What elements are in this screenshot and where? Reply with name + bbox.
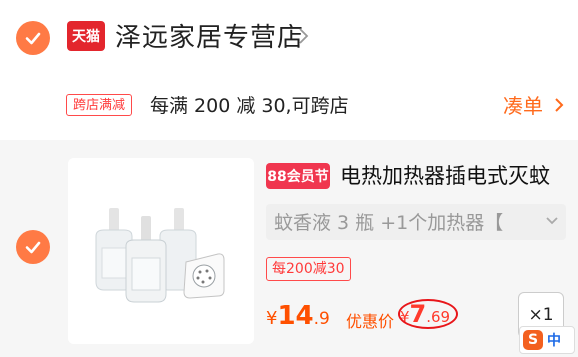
- item-price: ¥14.9: [266, 301, 330, 331]
- price-currency: ¥: [266, 308, 278, 329]
- discount-tag: 每200减30: [266, 257, 351, 281]
- ime-mode-toggle[interactable]: 中: [547, 330, 561, 350]
- check-icon: [25, 32, 41, 45]
- price-decimal: .9: [313, 309, 330, 329]
- hand-drawn-circle-annotation: [398, 299, 458, 329]
- chevron-right-icon[interactable]: [296, 24, 312, 48]
- item-select-checkbox[interactable]: [16, 230, 50, 264]
- store-select-checkbox[interactable]: [16, 21, 50, 55]
- sku-text: 蚊香液 3 瓶 +1个加热器【: [274, 212, 504, 234]
- store-name-link[interactable]: 泽远家居专营店: [115, 17, 304, 54]
- store-header: 天猫 泽远家居专营店: [0, 0, 578, 78]
- coupon-price-label: 优惠价: [346, 312, 395, 331]
- product-title[interactable]: 电热加热器插电式灭蚊: [340, 160, 550, 190]
- member-festival-badge: 88会员节: [266, 163, 330, 189]
- check-icon: [25, 241, 41, 254]
- promo-description: 每满 200 减 30,可跨店: [150, 95, 349, 117]
- sogou-ime-icon[interactable]: S: [523, 330, 543, 350]
- tmall-logo-icon: 天猫: [67, 21, 105, 51]
- product-thumbnail[interactable]: [68, 158, 254, 344]
- product-image: [68, 158, 254, 344]
- ime-toolbar[interactable]: S 中: [519, 326, 575, 354]
- chevron-down-icon[interactable]: [544, 214, 560, 228]
- cross-store-promo-tag: 跨店满减: [66, 94, 133, 116]
- add-on-items-link[interactable]: 凑单: [503, 90, 543, 119]
- chevron-right-icon[interactable]: [553, 95, 565, 115]
- price-integer: 14: [277, 301, 314, 331]
